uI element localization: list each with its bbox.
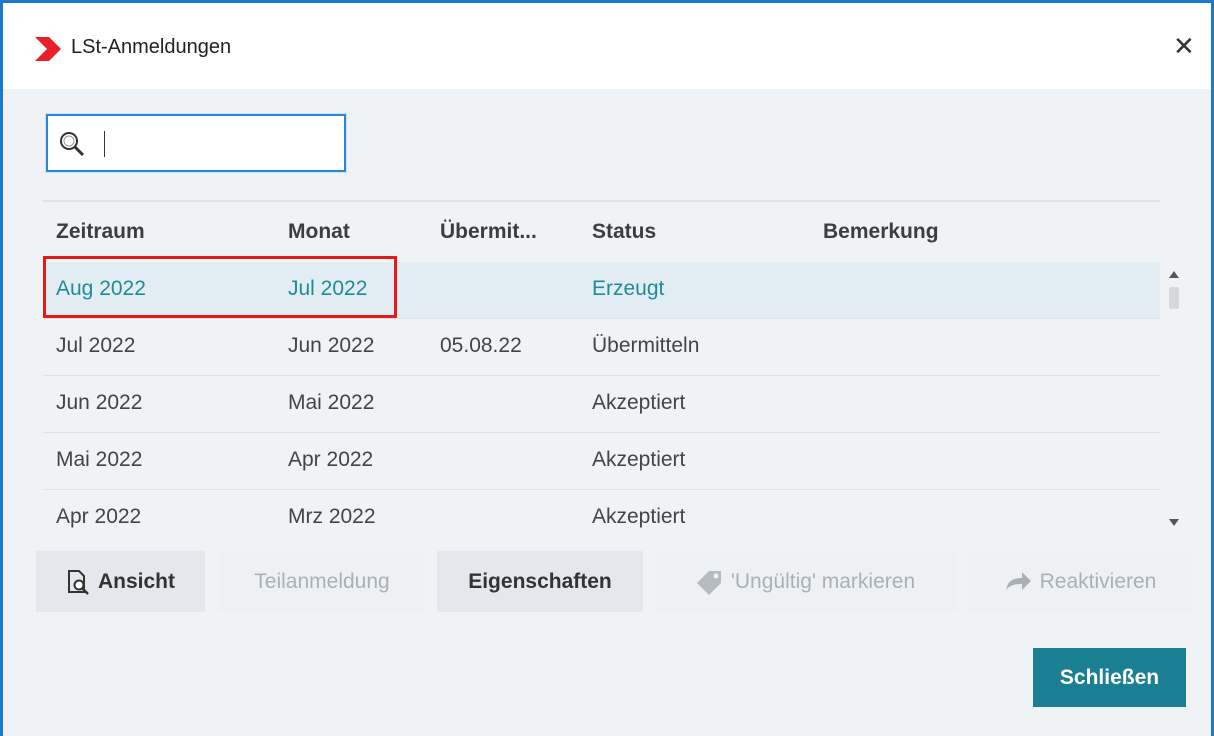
window-title: LSt-Anmeldungen — [71, 36, 232, 58]
cell-status: Akzeptiert — [592, 448, 686, 471]
schliessen-label: Schließen — [1059, 665, 1160, 689]
cell-zeitraum: Mai 2022 — [56, 448, 143, 471]
tag-icon — [696, 569, 723, 595]
search-field[interactable] — [46, 114, 346, 172]
search-input[interactable] — [100, 126, 340, 162]
cell-zeitraum: Jun 2022 — [56, 391, 143, 414]
close-icon[interactable]: ✕ — [1173, 33, 1195, 59]
title-bar: LSt-Anmeldungen ✕ — [3, 3, 1211, 89]
ungueltig-markieren-button[interactable]: 'Ungültig' markieren — [655, 551, 957, 612]
column-header-status[interactable]: Status — [592, 220, 656, 244]
cell-monat: Mai 2022 — [288, 391, 375, 414]
cell-zeitraum: Aug 2022 — [56, 277, 146, 300]
cell-monat: Apr 2022 — [288, 448, 374, 471]
cell-monat: Jun 2022 — [288, 334, 375, 357]
cell-status: Akzeptiert — [592, 391, 686, 414]
column-header-zeitraum[interactable]: Zeitraum — [56, 220, 145, 244]
table-row[interactable]: Apr 2022 Mrz 2022 Akzeptiert — [43, 490, 1160, 546]
cell-status: Übermitteln — [592, 334, 700, 357]
scroll-up-icon[interactable] — [1168, 266, 1180, 284]
cell-monat: Jul 2022 — [288, 277, 368, 300]
app-logo-icon — [33, 35, 63, 68]
reaktivieren-label: Reaktivieren — [1039, 569, 1157, 593]
schliessen-button[interactable]: Schließen — [1033, 648, 1186, 707]
teilanmeldung-button[interactable]: Teilanmeldung — [219, 551, 425, 612]
cell-monat: Mrz 2022 — [288, 505, 376, 528]
teilanmeldung-label: Teilanmeldung — [254, 569, 390, 593]
scroll-down-icon[interactable] — [1168, 515, 1180, 533]
ungueltig-markieren-label: 'Ungültig' markieren — [730, 569, 916, 593]
table-row-selected[interactable]: Aug 2022 Jul 2022 Erzeugt — [43, 262, 1160, 319]
reaktivieren-button[interactable]: Reaktivieren — [969, 551, 1191, 612]
dialog-window: LSt-Anmeldungen ✕ Zeitraum Monat Übermit… — [0, 0, 1214, 736]
ansicht-button[interactable]: Ansicht — [36, 551, 205, 612]
preview-icon — [66, 569, 90, 595]
table-row[interactable]: Jun 2022 Mai 2022 Akzeptiert — [43, 376, 1160, 433]
table-row[interactable]: Mai 2022 Apr 2022 Akzeptiert — [43, 433, 1160, 490]
column-header-bemerkung[interactable]: Bemerkung — [823, 220, 939, 244]
search-icon — [58, 130, 86, 163]
column-header-monat[interactable]: Monat — [288, 220, 350, 244]
ansicht-label: Ansicht — [97, 569, 175, 593]
scrollbar-thumb[interactable] — [1169, 287, 1179, 309]
cell-uebermittelt: 05.08.22 — [440, 334, 522, 357]
cell-zeitraum: Apr 2022 — [56, 505, 142, 528]
cell-status: Erzeugt — [592, 277, 665, 300]
header-divider — [43, 200, 1160, 202]
column-header-uebermittelt[interactable]: Übermit... — [440, 220, 537, 244]
redo-arrow-icon — [1004, 570, 1032, 594]
cell-status: Akzeptiert — [592, 505, 686, 528]
table-row[interactable]: Jul 2022 Jun 2022 05.08.22 Übermitteln — [43, 319, 1160, 376]
eigenschaften-button[interactable]: Eigenschaften — [437, 551, 643, 612]
eigenschaften-label: Eigenschaften — [468, 569, 612, 593]
cell-zeitraum: Jul 2022 — [56, 334, 136, 357]
